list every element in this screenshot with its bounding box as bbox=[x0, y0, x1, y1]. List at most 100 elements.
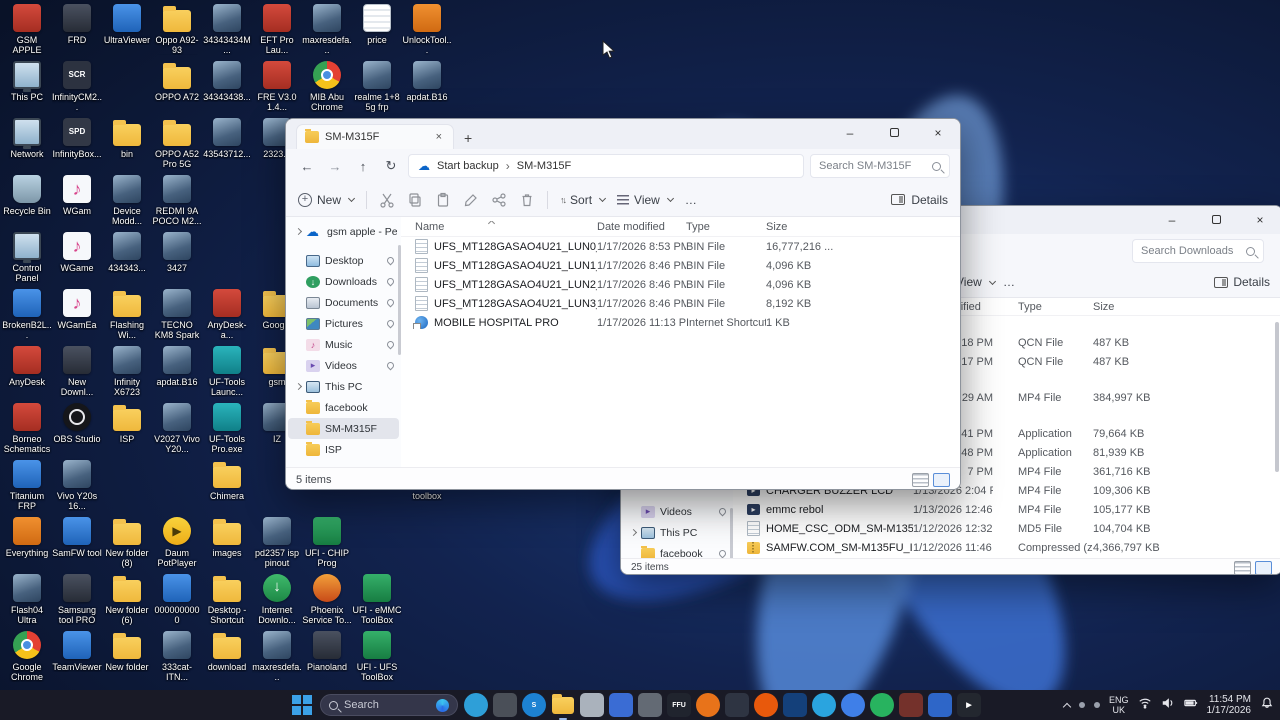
more-button[interactable]: … bbox=[1003, 275, 1015, 289]
desktop-icon-mib-abu-chrome[interactable]: MIB Abu Chrome bbox=[302, 61, 352, 112]
sidebar-item-isp[interactable]: ISP bbox=[288, 439, 399, 460]
column-size[interactable]: Size bbox=[1093, 301, 1188, 313]
column-type[interactable]: Type bbox=[686, 221, 766, 233]
breadcrumb-root[interactable]: Start backup bbox=[437, 160, 499, 172]
paste-icon[interactable] bbox=[435, 192, 451, 208]
desktop-icon-control-panel[interactable]: Control Panel bbox=[2, 232, 52, 283]
sidebar-item-this-pc[interactable]: This PC bbox=[288, 376, 399, 397]
desktop-icon-new-folder[interactable]: New folder bbox=[102, 631, 152, 672]
details-view-toggle[interactable] bbox=[912, 472, 929, 487]
taskbar-icon-edge[interactable] bbox=[464, 693, 488, 717]
taskbar-icon-media-player[interactable]: ▶ bbox=[957, 693, 981, 717]
tray-app-icon[interactable] bbox=[1093, 702, 1100, 708]
desktop-icon-isp[interactable]: ISP bbox=[102, 403, 152, 444]
breadcrumb-current[interactable]: SM-M315F bbox=[517, 160, 571, 172]
sidebar-item-onedrive[interactable]: ☁ gsm apple - Personal bbox=[288, 221, 399, 242]
close-button[interactable]: × bbox=[916, 119, 960, 149]
desktop-icon-network[interactable]: Network bbox=[2, 118, 52, 159]
taskbar-icon-vlc[interactable] bbox=[696, 693, 720, 717]
desktop-icon-ufi-emmc-toolbox[interactable]: UFI - eMMC ToolBox bbox=[352, 574, 402, 625]
taskbar-icon-skype[interactable]: S bbox=[522, 693, 546, 717]
taskbar-icon-app-maroon[interactable] bbox=[899, 693, 923, 717]
desktop-icon-pd2357-isp-pinout[interactable]: pd2357 isp pinout bbox=[252, 517, 302, 568]
more-button[interactable]: … bbox=[685, 193, 697, 207]
file-row[interactable]: UFS_MT128GASAO4U21_LUN1_00000000_...1/17… bbox=[401, 256, 960, 275]
desktop-icon-borneo-schematics[interactable]: Borneo Schematics bbox=[2, 403, 52, 454]
desktop-icon-anydesk-a[interactable]: AnyDesk-a... bbox=[202, 289, 252, 340]
view-button[interactable]: View bbox=[617, 193, 674, 207]
file-row[interactable]: UFS_MT128GASAO4U21_LUN3_00000000_...1/17… bbox=[401, 294, 960, 313]
desktop-icon-daum-potplayer[interactable]: Daum PotPlayer bbox=[152, 517, 202, 568]
desktop-icon-flash04-ultra[interactable]: Flash04 Ultra bbox=[2, 574, 52, 625]
desktop-icon-uf-tools-launc[interactable]: UF-Tools Launc... bbox=[202, 346, 252, 397]
file-row[interactable]: HOME_CSC_ODM_SM-M135FUODM5CWL1_...1/12/2… bbox=[733, 519, 1280, 538]
file-row[interactable]: UFS_MT128GASAO4U21_LUN0_00000000_...1/17… bbox=[401, 237, 960, 256]
desktop-icon-infinitycm2[interactable]: InfinityCM2... bbox=[52, 61, 102, 112]
new-tab-button[interactable]: + bbox=[454, 130, 482, 149]
large-icons-view-toggle[interactable] bbox=[1255, 560, 1272, 574]
desktop-icon-ultraviewer[interactable]: UltraViewer bbox=[102, 4, 152, 45]
taskbar-search[interactable]: Search bbox=[320, 694, 458, 716]
desktop-icon-vivo-y20s-16[interactable]: Vivo Y20s 16... bbox=[52, 460, 102, 511]
clock[interactable]: 11:54 PM 1/17/2026 bbox=[1207, 694, 1252, 716]
tray-app-icon[interactable] bbox=[1078, 702, 1085, 708]
desktop-icon-v2027-vivo-y20[interactable]: V2027 Vivo Y20... bbox=[152, 403, 202, 454]
sidebar-item-desktop[interactable]: Desktop bbox=[288, 250, 399, 271]
forward-button[interactable]: → bbox=[324, 159, 346, 174]
desktop-icon-unlocktool[interactable]: UnlockTool... bbox=[402, 4, 452, 55]
desktop-icon-samsung-tool-pro[interactable]: Samsung tool PRO bbox=[52, 574, 102, 625]
desktop-icon-uf-tools-pro-exe[interactable]: UF-Tools Pro.exe bbox=[202, 403, 252, 454]
taskbar-icon-telegram[interactable] bbox=[812, 693, 836, 717]
up-button[interactable]: ↑ bbox=[352, 159, 374, 174]
desktop-icon-phoenix-service-to[interactable]: Phoenix Service To... bbox=[302, 574, 352, 625]
close-button[interactable]: × bbox=[1238, 206, 1280, 234]
desktop-icon-gsm-apple[interactable]: GSM APPLE bbox=[2, 4, 52, 55]
desktop-icon-price[interactable]: price bbox=[352, 4, 402, 45]
taskbar-icon-file-explorer[interactable] bbox=[551, 693, 575, 720]
taskbar-icon-app-dark[interactable] bbox=[493, 693, 517, 717]
taskbar-icon-edge-blue[interactable] bbox=[841, 693, 865, 717]
file-row[interactable]: emmc rebol 1/13/2026 12:46 PM MP4 File 105,… bbox=[733, 500, 1280, 519]
desktop-icon-desktop-shortcut[interactable]: Desktop - Shortcut bbox=[202, 574, 252, 625]
details-view-toggle[interactable] bbox=[1234, 560, 1251, 574]
sidebar-item-music[interactable]: Music bbox=[288, 334, 399, 355]
sidebar-item-documents[interactable]: Documents bbox=[288, 292, 399, 313]
desktop-icon-samfw-tool[interactable]: SamFW tool bbox=[52, 517, 102, 558]
desktop-icon-43543712[interactable]: 43543712... bbox=[202, 118, 252, 159]
desktop-icon-pianoland[interactable]: Pianoland bbox=[302, 631, 352, 672]
large-icons-view-toggle[interactable] bbox=[933, 472, 950, 487]
taskbar-icon-whatsapp[interactable] bbox=[870, 693, 894, 717]
copy-icon[interactable] bbox=[407, 192, 423, 208]
column-size[interactable]: Size bbox=[766, 221, 861, 233]
desktop-icon-oppo-a92-93-cph2127-fl[interactable]: Oppo A92-93 CPH2127 Fl... bbox=[152, 4, 202, 55]
desktop-icon-34343434m[interactable]: 34343434M... bbox=[202, 4, 252, 55]
file-list-scrollbar[interactable] bbox=[1275, 322, 1279, 472]
sidebar-item-videos[interactable]: Videos bbox=[288, 355, 399, 376]
taskbar-icon-firefox[interactable] bbox=[754, 693, 778, 717]
maximize-button[interactable] bbox=[872, 119, 916, 149]
sidebar-item-pictures[interactable]: Pictures bbox=[288, 313, 399, 334]
taskbar-icon-app-navy[interactable] bbox=[783, 693, 807, 717]
details-button[interactable]: Details bbox=[891, 193, 948, 207]
desktop-icon-oppo-a72[interactable]: OPPO A72 bbox=[152, 61, 202, 102]
taskbar-icon-app-gray[interactable] bbox=[638, 693, 662, 717]
file-row[interactable]: SAMFW.COM_SM-M135FU_INS_M135FU...1/12/20… bbox=[733, 538, 1280, 557]
desktop-icon-eft-pro-lau[interactable]: EFT Pro Lau... bbox=[252, 4, 302, 55]
desktop-icon-wgamea[interactable]: WGamEa bbox=[52, 289, 102, 330]
file-row[interactable]: MOBILE HOSPITAL PRO 1/17/2026 11:13 PM Int… bbox=[401, 313, 960, 332]
desktop-icon-333cat-itn[interactable]: 333cat-ITN... bbox=[152, 631, 202, 682]
desktop-icon-ufi-chip-prog[interactable]: UFI - CHIP Prog bbox=[302, 517, 352, 568]
desktop-icon-new-folder-6[interactable]: New folder (6) bbox=[102, 574, 152, 625]
desktop-icon-infinitybox[interactable]: InfinityBox... bbox=[52, 118, 102, 159]
desktop-icon-tecno-km8-spark-go-2[interactable]: TECNO KM8 Spark Go 2... bbox=[152, 289, 202, 340]
desktop-icon-teamviewer[interactable]: TeamViewer bbox=[52, 631, 102, 672]
desktop-icon-oppo-a52-pro-5g[interactable]: OPPO A52 Pro 5G bbox=[152, 118, 202, 169]
sidebar-item-videos[interactable]: Videos bbox=[623, 501, 731, 522]
desktop-icon-this-pc[interactable]: This PC bbox=[2, 61, 52, 102]
taskbar-icon-app-blue[interactable] bbox=[609, 693, 633, 717]
desktop-icon-images[interactable]: images bbox=[202, 517, 252, 558]
desktop-icon-bin[interactable]: bin bbox=[102, 118, 152, 159]
desktop-icon-recycle-bin[interactable]: Recycle Bin bbox=[2, 175, 52, 216]
new-button[interactable]: + New bbox=[298, 192, 356, 207]
desktop-icon-ufi-ufs-toolbox[interactable]: UFI - UFS ToolBox bbox=[352, 631, 402, 682]
